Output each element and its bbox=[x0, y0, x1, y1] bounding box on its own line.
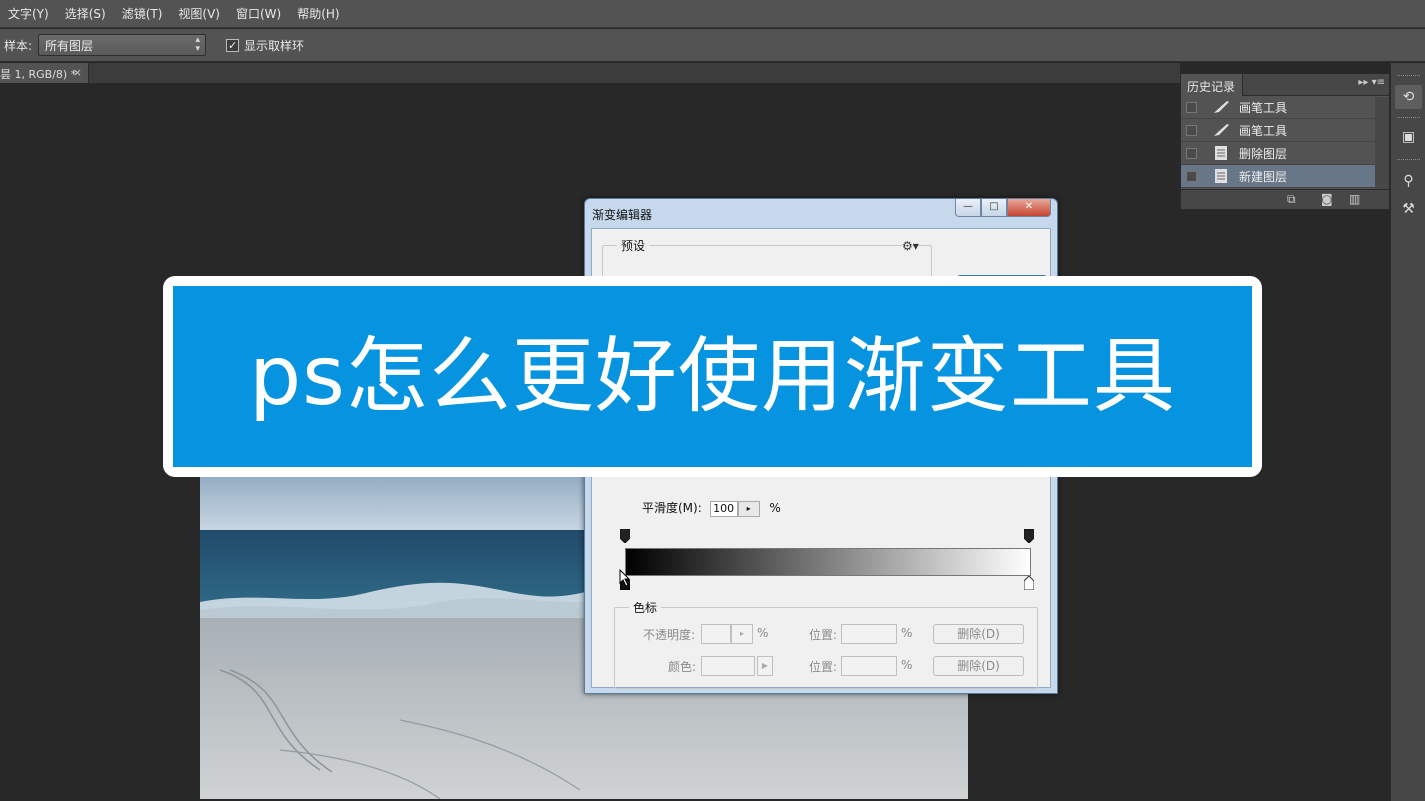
color-swatch-input[interactable] bbox=[701, 656, 755, 676]
gradient-bar[interactable] bbox=[625, 548, 1031, 576]
title-banner-fill: ps怎么更好使用渐变工具 bbox=[173, 286, 1252, 467]
mouse-cursor-icon bbox=[619, 569, 631, 587]
opacity-stop-right[interactable] bbox=[1024, 529, 1034, 543]
sample-select-value: 所有图层 bbox=[45, 39, 94, 53]
sample-label: 样本: bbox=[4, 38, 33, 53]
show-ring-label: 显示取样环 bbox=[244, 38, 305, 53]
history-scrollbar[interactable] bbox=[1375, 97, 1389, 191]
history-item-label: 画笔工具 bbox=[1239, 123, 1288, 138]
3d-cube-icon[interactable]: ▣ bbox=[1395, 125, 1422, 149]
dock-grip[interactable] bbox=[1397, 75, 1420, 78]
history-item-label: 删除图层 bbox=[1239, 146, 1288, 161]
minimize-icon[interactable]: — bbox=[955, 199, 981, 217]
snapshot-checkbox[interactable] bbox=[1186, 170, 1197, 182]
trash-icon[interactable]: ▥ bbox=[1349, 192, 1360, 206]
smoothness-input[interactable]: 100 bbox=[709, 500, 738, 517]
history-item-selected[interactable]: 新建图层 bbox=[1181, 165, 1375, 188]
opacity-location-unit: % bbox=[901, 626, 913, 640]
color-location-input[interactable] bbox=[841, 656, 897, 676]
presets-label: 预设 bbox=[617, 237, 650, 254]
dock-grip[interactable] bbox=[1397, 159, 1420, 162]
delete-color-stop-button[interactable]: 删除(D) bbox=[933, 656, 1024, 676]
smoothness-row: 平滑度(M): 100 ▸ % bbox=[642, 499, 781, 517]
options-bar: 样本: 所有图层 ▴ ▾ ✓ 显示取样环 bbox=[0, 29, 1425, 62]
history-panel-header: 历史记录 ▸▸ ▾≡ bbox=[1181, 74, 1389, 96]
color-label: 颜色: bbox=[668, 660, 697, 674]
history-item[interactable]: 删除图层 bbox=[1181, 142, 1375, 165]
document-icon bbox=[1215, 169, 1227, 183]
opacity-input[interactable] bbox=[701, 624, 731, 644]
tool-presets-icon[interactable]: ⚒ bbox=[1395, 197, 1422, 221]
close-icon[interactable]: ✕ bbox=[1007, 199, 1051, 217]
smoothness-spinner[interactable]: ▸ bbox=[737, 500, 760, 517]
color-stops-label: 色标 bbox=[629, 599, 662, 616]
color-location-unit: % bbox=[901, 658, 913, 672]
color-menu-arrow[interactable]: ▶ bbox=[757, 656, 773, 676]
snapshot-checkbox[interactable] bbox=[1186, 124, 1197, 136]
history-item[interactable]: 画笔工具 bbox=[1181, 96, 1375, 119]
menu-bar: 文字(Y) 选择(S) 滤镜(T) 视图(V) 窗口(W) 帮助(H) bbox=[0, 0, 1425, 28]
opacity-unit: % bbox=[757, 626, 769, 640]
color-stop-right[interactable] bbox=[1024, 576, 1034, 590]
dialog-title: 渐变编辑器 bbox=[592, 208, 653, 222]
brush-presets-icon[interactable]: ⚲ bbox=[1395, 169, 1422, 193]
history-panel-icon[interactable]: ⟲ bbox=[1395, 85, 1422, 109]
opacity-location-label: 位置: bbox=[809, 628, 838, 642]
menu-item-help[interactable]: 帮助(H) bbox=[297, 5, 339, 22]
color-location-label: 位置: bbox=[809, 660, 838, 674]
menu-item-window[interactable]: 窗口(W) bbox=[236, 5, 281, 22]
dock-grip[interactable] bbox=[1397, 117, 1420, 120]
history-item[interactable]: 画笔工具 bbox=[1181, 119, 1375, 142]
history-panel-footer: ⧉ ◙ ▥ bbox=[1181, 189, 1389, 209]
history-item-label: 画笔工具 bbox=[1239, 100, 1288, 115]
gear-icon[interactable]: ⚙▾ bbox=[902, 239, 919, 253]
document-tab-bar: 昙 1, RGB/8) * × bbox=[0, 63, 1180, 83]
opacity-stop-left[interactable] bbox=[620, 529, 630, 543]
snapshot-checkbox[interactable] bbox=[1186, 101, 1197, 113]
camera-icon[interactable]: ◙ bbox=[1321, 192, 1333, 206]
history-panel-tab[interactable]: 历史记录 bbox=[1181, 74, 1243, 96]
delete-opacity-stop-button[interactable]: 删除(D) bbox=[933, 624, 1024, 644]
snapshot-checkbox[interactable] bbox=[1186, 147, 1197, 159]
show-ring-checkbox[interactable]: ✓ bbox=[226, 38, 240, 52]
history-panel: 历史记录 ▸▸ ▾≡ 画笔工具 画笔工具 删除图层 新建图层 ⧉ ◙ ▥ bbox=[1180, 73, 1390, 210]
brush-icon bbox=[1214, 101, 1229, 113]
opacity-label: 不透明度: bbox=[643, 628, 696, 642]
new-document-icon[interactable]: ⧉ bbox=[1287, 192, 1296, 207]
brush-icon bbox=[1214, 124, 1229, 136]
opacity-spinner[interactable]: ▸ bbox=[731, 624, 753, 644]
menu-item-text[interactable]: 文字(Y) bbox=[8, 5, 49, 22]
opacity-location-input[interactable] bbox=[841, 624, 897, 644]
menu-item-filter[interactable]: 滤镜(T) bbox=[122, 5, 163, 22]
document-tab-title: 昙 1, RGB/8) * bbox=[0, 68, 77, 81]
history-item-label: 新建图层 bbox=[1239, 169, 1288, 184]
color-stops-group: 色标 不透明度: ▸ % 位置: % 删除(D) 颜色: ▶ 位置: % 删除(… bbox=[614, 599, 1038, 689]
maximize-icon[interactable]: □ bbox=[981, 199, 1007, 217]
updown-arrow-icon: ▴ ▾ bbox=[195, 35, 201, 54]
title-banner-text: ps怎么更好使用渐变工具 bbox=[249, 329, 1176, 424]
document-icon bbox=[1215, 146, 1227, 160]
close-icon[interactable]: × bbox=[73, 66, 82, 79]
menu-item-view[interactable]: 视图(V) bbox=[178, 5, 220, 22]
smoothness-label: 平滑度(M): bbox=[642, 501, 702, 515]
menu-item-select[interactable]: 选择(S) bbox=[65, 5, 106, 22]
document-tab[interactable]: 昙 1, RGB/8) * × bbox=[0, 63, 89, 83]
window-buttons: — □ ✕ bbox=[955, 199, 1051, 217]
right-dock: ⟲ ▣ ⚲ ⚒ bbox=[1390, 63, 1425, 801]
smoothness-unit: % bbox=[769, 501, 781, 515]
panel-menu-icon[interactable]: ▸▸ ▾≡ bbox=[1358, 77, 1385, 88]
title-banner: ps怎么更好使用渐变工具 bbox=[163, 276, 1262, 477]
sample-select[interactable]: 所有图层 ▴ ▾ bbox=[38, 34, 207, 56]
